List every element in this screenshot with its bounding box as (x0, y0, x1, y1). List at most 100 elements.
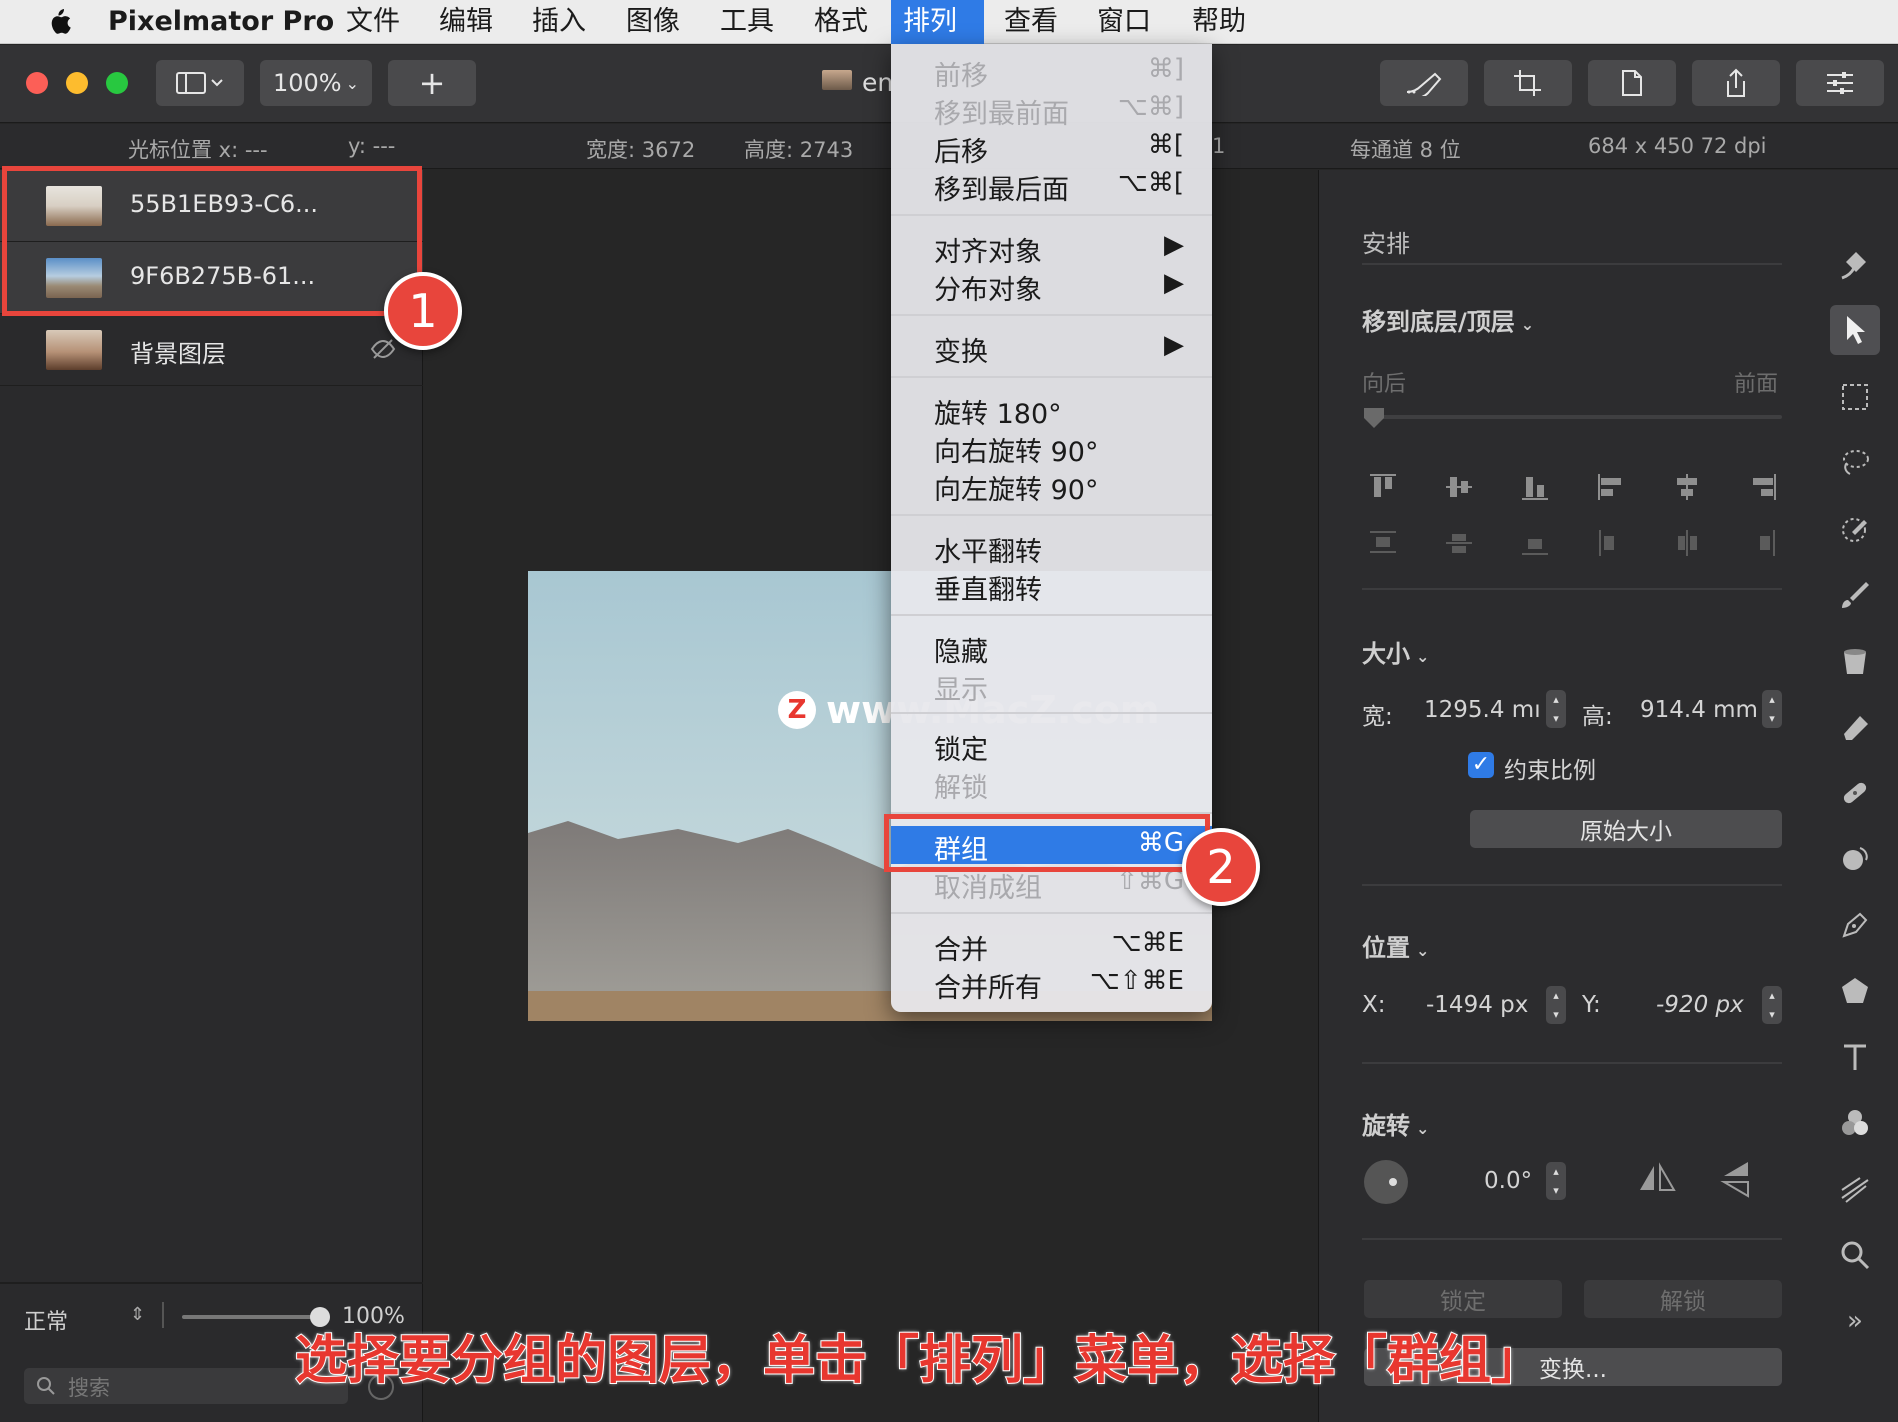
add-button[interactable]: + (388, 60, 476, 106)
minimize-window-button[interactable] (66, 72, 88, 94)
flip-horizontal-icon[interactable] (1638, 1162, 1676, 1196)
menu-image[interactable]: 图像 (614, 0, 692, 44)
crop-button[interactable] (1484, 60, 1572, 106)
markup-tool-button[interactable] (1380, 60, 1468, 106)
hidden-eye-icon[interactable] (370, 338, 396, 360)
menu-window[interactable]: 窗口 (1085, 0, 1163, 44)
style-tool[interactable] (1830, 240, 1880, 290)
order-slider-knob[interactable] (1362, 406, 1386, 430)
menu-tools[interactable]: 工具 (708, 0, 786, 44)
align-horizontal-center-icon[interactable] (1672, 472, 1702, 502)
color-adjust-tool[interactable] (1830, 1098, 1880, 1148)
arrange-tool[interactable] (1830, 305, 1880, 355)
type-tool[interactable] (1830, 1032, 1880, 1082)
rotation-stepper[interactable]: ▴ ▾ (1546, 1162, 1566, 1200)
menu-item-flip-horizontal[interactable]: 水平翻转 (891, 528, 1212, 568)
menu-view[interactable]: 查看 (992, 0, 1070, 44)
selection-tool[interactable] (1830, 372, 1880, 422)
pen-tool[interactable] (1830, 900, 1880, 950)
width-stepper[interactable]: ▴ ▾ (1546, 690, 1566, 728)
align-left-icon[interactable] (1596, 472, 1626, 502)
menu-item-show[interactable]: 显示 (891, 666, 1212, 706)
menu-item-lock[interactable]: 锁定 (891, 726, 1212, 766)
constrain-proportions-checkbox[interactable]: ✓ (1468, 752, 1494, 778)
document-button[interactable] (1588, 60, 1676, 106)
blend-mode-select[interactable]: 正常 (24, 1304, 68, 1336)
menu-item-merge-all[interactable]: 合并所有 ⌥⇧⌘E (891, 964, 1212, 1004)
zoom-window-button[interactable] (106, 72, 128, 94)
menu-item-transform[interactable]: 变换 ▶ (891, 328, 1212, 368)
menu-item-rotate-right-90[interactable]: 向右旋转 90° (891, 428, 1212, 468)
menu-item-send-backward[interactable]: 后移 ⌘[ (891, 128, 1212, 168)
distribute-vertical-center-icon[interactable] (1444, 528, 1474, 558)
rotate-section-toggle[interactable]: 旋转 ⌄ (1362, 1106, 1429, 1141)
position-section-toggle[interactable]: 位置 ⌄ (1362, 928, 1429, 963)
distribute-top-icon[interactable] (1368, 528, 1398, 558)
y-stepper[interactable]: ▴ ▾ (1762, 986, 1782, 1024)
adjust-settings-button[interactable] (1796, 60, 1884, 106)
retouch-tool[interactable] (1830, 768, 1880, 818)
color-picker-tool[interactable] (1830, 504, 1880, 554)
align-bottom-icon[interactable] (1520, 472, 1550, 502)
menu-item-rotate-left-90[interactable]: 向左旋转 90° (891, 466, 1212, 506)
align-right-icon[interactable] (1748, 472, 1778, 502)
lock-button[interactable]: 锁定 (1364, 1280, 1562, 1318)
align-vertical-center-icon[interactable] (1444, 472, 1474, 502)
effects-tool[interactable] (1830, 1164, 1880, 1214)
menu-app-name[interactable]: Pixelmator Pro (96, 0, 346, 44)
original-size-button[interactable]: 原始大小 (1470, 810, 1782, 848)
cursor-y-readout: y: --- (348, 134, 396, 158)
menu-item-align-objects[interactable]: 对齐对象 ▶ (891, 228, 1212, 268)
lasso-tool[interactable] (1830, 438, 1880, 488)
menu-item-hide[interactable]: 隐藏 (891, 628, 1212, 668)
paint-tool[interactable] (1830, 570, 1880, 620)
menu-item-bring-to-front[interactable]: 移到最前面 ⌥⌘] (891, 90, 1212, 130)
x-field[interactable]: -1494 px (1426, 992, 1528, 1018)
distribute-left-icon[interactable] (1596, 528, 1626, 558)
more-tools-icon[interactable]: » (1830, 1296, 1880, 1346)
close-window-button[interactable] (26, 72, 48, 94)
menu-item-unlock[interactable]: 解锁 (891, 764, 1212, 804)
zoom-tool[interactable] (1830, 1230, 1880, 1280)
size-section-title: 大小 (1362, 640, 1410, 668)
share-button[interactable] (1692, 60, 1780, 106)
height-field[interactable]: 914.4 mm (1640, 697, 1758, 723)
menu-item-merge[interactable]: 合并 ⌥⌘E (891, 926, 1212, 966)
x-stepper[interactable]: ▴ ▾ (1546, 986, 1566, 1024)
rotation-field[interactable]: 0.0° (1484, 1168, 1532, 1194)
step-badge-2: 2 (1182, 828, 1260, 906)
menu-file[interactable]: 文件 (334, 0, 412, 44)
zoom-dropdown[interactable]: 100% ⌄ (260, 60, 372, 106)
distribute-right-icon[interactable] (1748, 528, 1778, 558)
menu-arrange[interactable]: 排列 (891, 0, 984, 44)
menu-help[interactable]: 帮助 (1180, 0, 1258, 44)
fill-tool[interactable] (1830, 636, 1880, 686)
order-slider[interactable] (1372, 415, 1782, 419)
sidebar-toggle-button[interactable] (156, 60, 244, 106)
distribute-bottom-icon[interactable] (1520, 528, 1550, 558)
distort-tool[interactable] (1830, 834, 1880, 884)
layer-row[interactable]: 背景图层 (0, 314, 423, 386)
distribute-horizontal-center-icon[interactable] (1672, 528, 1702, 558)
menu-format[interactable]: 格式 (802, 0, 880, 44)
order-section-toggle[interactable]: 移到底层/顶层 ⌄ (1362, 302, 1534, 337)
pentagon-icon (1842, 978, 1868, 1003)
menu-insert[interactable]: 插入 (520, 0, 598, 44)
menu-item-bring-forward[interactable]: 前移 ⌘] (891, 52, 1212, 92)
menu-item-send-to-back[interactable]: 移到最后面 ⌥⌘[ (891, 166, 1212, 206)
menu-item-distribute-objects[interactable]: 分布对象 ▶ (891, 266, 1212, 306)
menu-item-flip-vertical[interactable]: 垂直翻转 (891, 566, 1212, 606)
size-section-toggle[interactable]: 大小 ⌄ (1362, 634, 1429, 669)
rotation-dial[interactable] (1364, 1160, 1408, 1204)
shapes-tool[interactable] (1830, 966, 1880, 1016)
unlock-button[interactable]: 解锁 (1584, 1280, 1782, 1318)
width-field[interactable]: 1295.4 mı (1424, 697, 1541, 723)
flip-vertical-icon[interactable] (1720, 1160, 1754, 1198)
align-top-icon[interactable] (1368, 472, 1398, 502)
y-field[interactable]: -920 px (1656, 992, 1744, 1018)
menu-edit[interactable]: 编辑 (427, 0, 505, 44)
apple-icon[interactable] (34, 0, 84, 44)
menu-item-rotate-180[interactable]: 旋转 180° (891, 390, 1212, 430)
erase-tool[interactable] (1830, 702, 1880, 752)
height-stepper[interactable]: ▴ ▾ (1762, 690, 1782, 728)
